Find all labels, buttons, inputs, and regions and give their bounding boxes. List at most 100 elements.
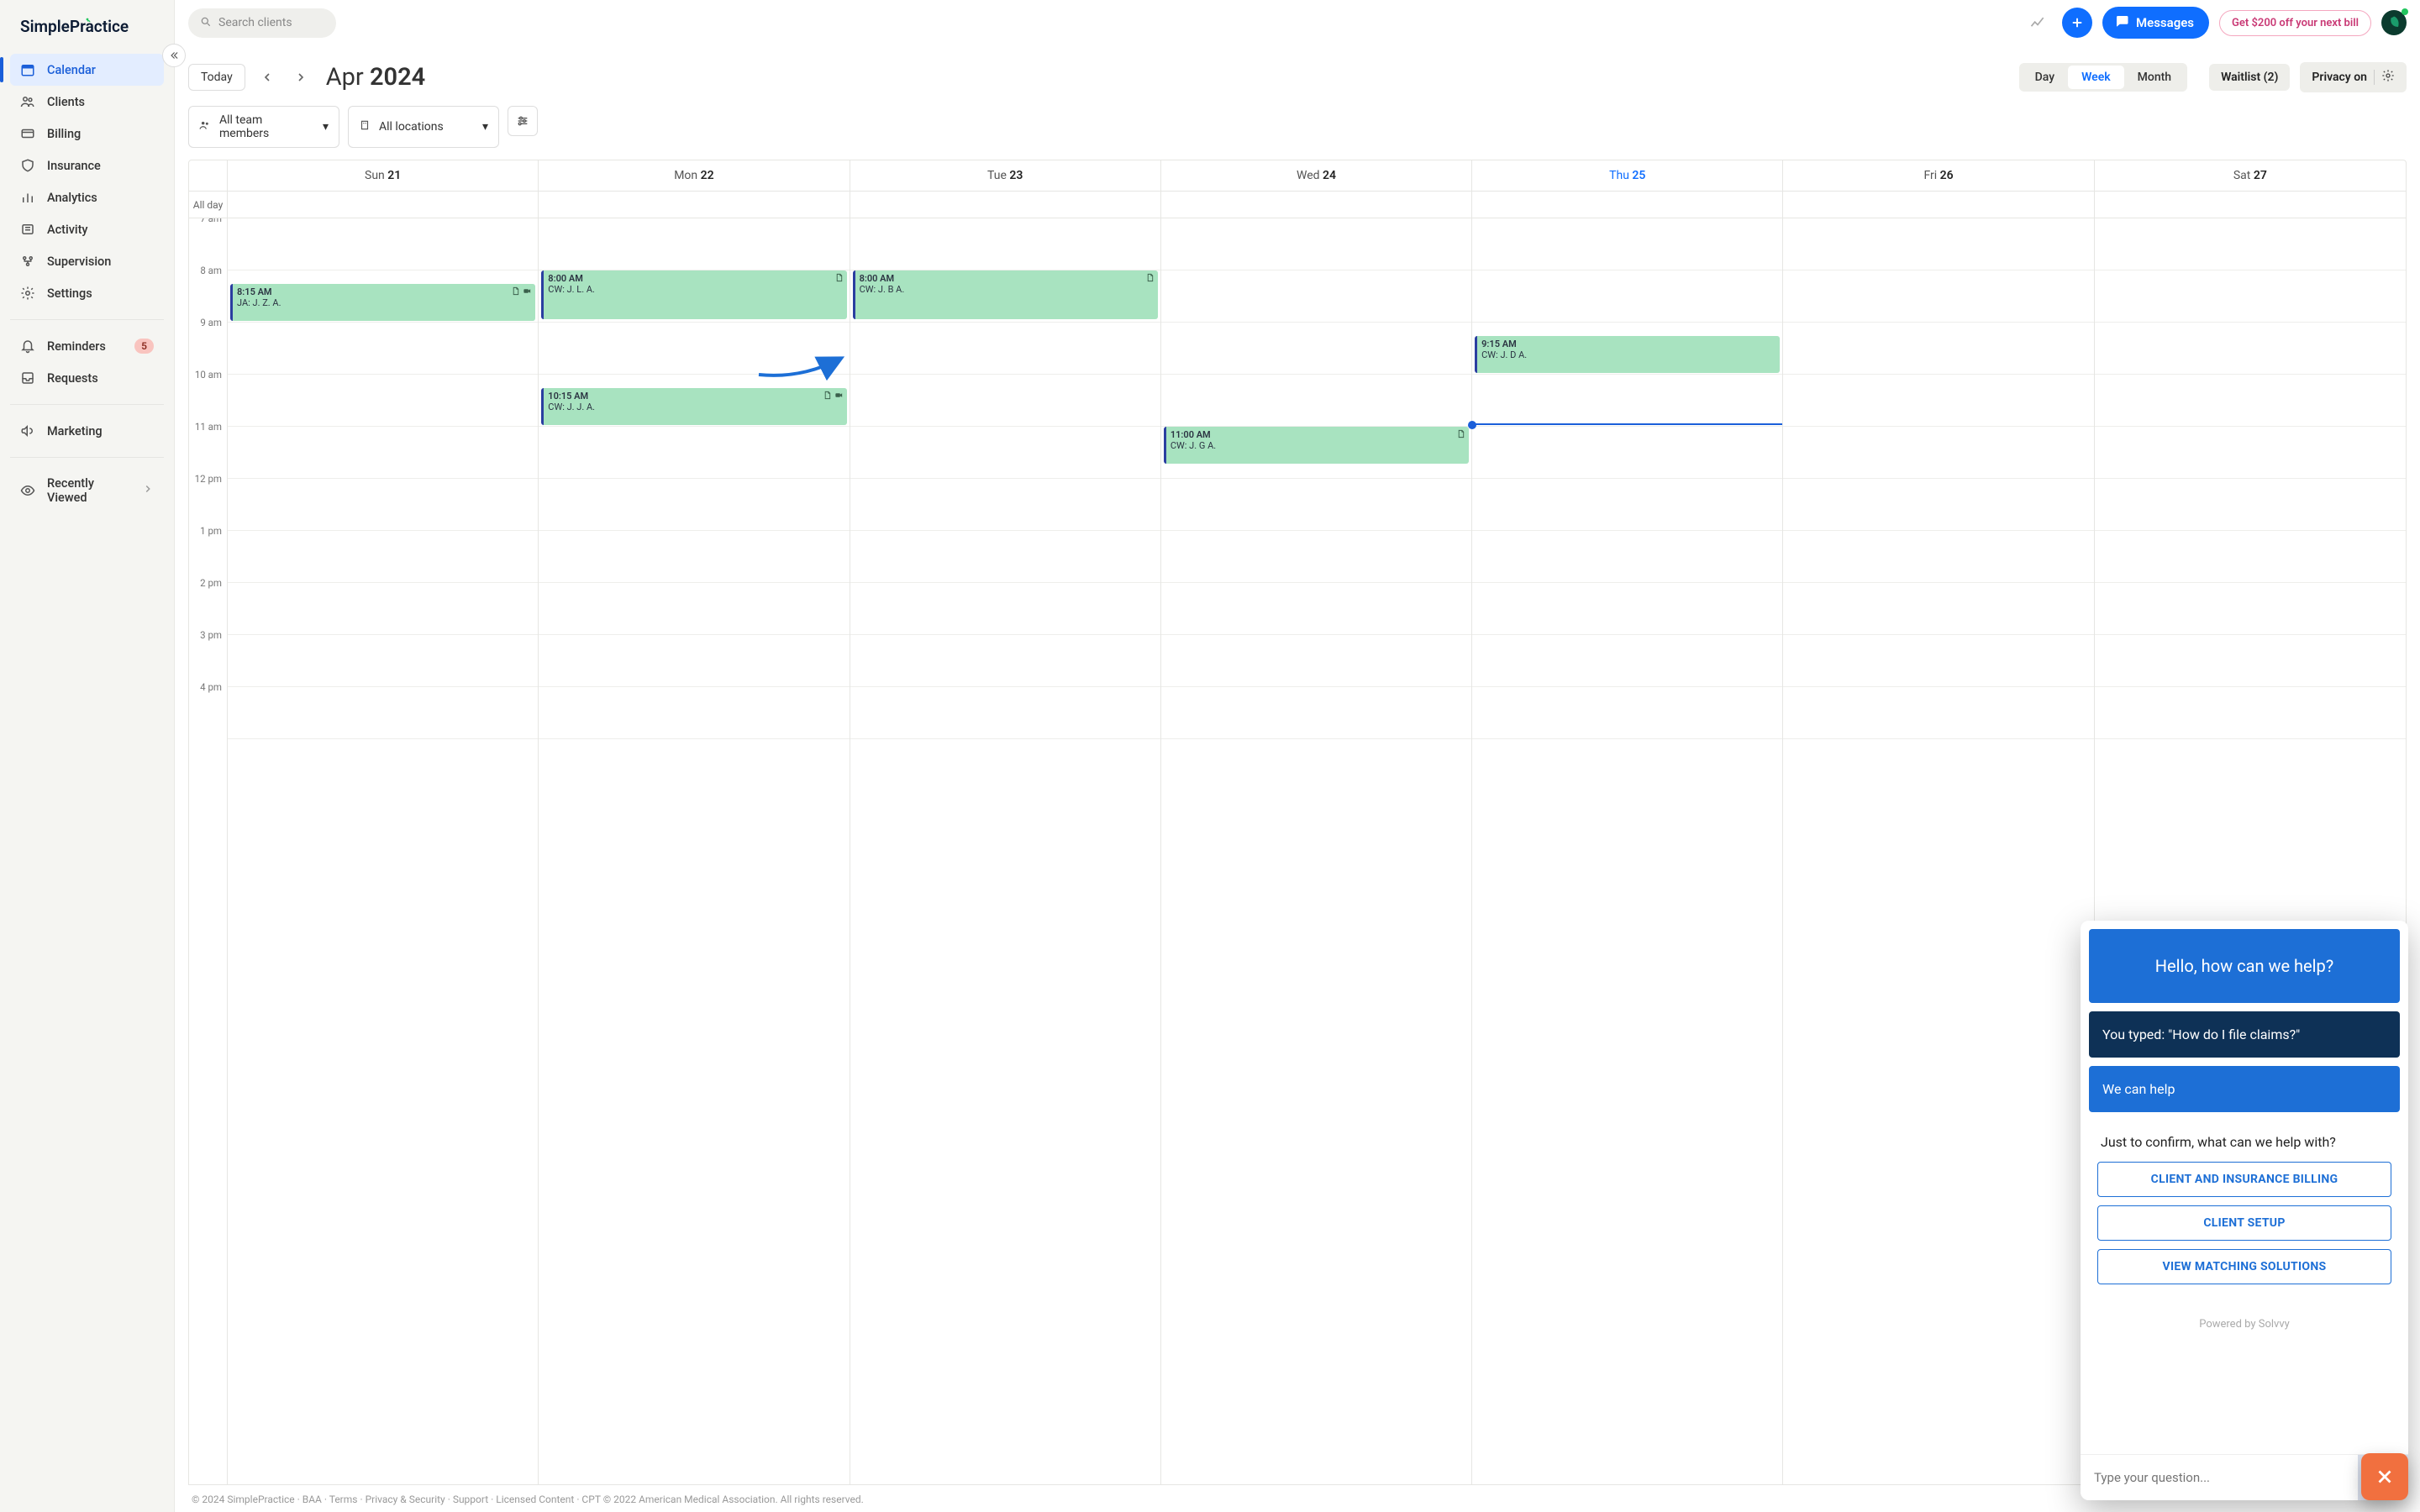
chat-option-client-setup[interactable]: CLIENT SETUP: [2097, 1205, 2391, 1241]
sidebar-item-activity[interactable]: Activity: [10, 213, 164, 245]
bell-icon: [20, 339, 35, 354]
next-week-button[interactable]: [289, 66, 313, 89]
inbox-icon: [20, 370, 35, 386]
footer-link[interactable]: Terms: [329, 1494, 358, 1505]
help-chat-widget: Hello, how can we help? You typed: "How …: [2081, 921, 2408, 1500]
sidebar-collapse-button[interactable]: [162, 44, 186, 67]
view-month[interactable]: Month: [2124, 66, 2185, 89]
allday-cell[interactable]: [1472, 192, 1783, 218]
prev-week-button[interactable]: [255, 66, 279, 89]
messages-button[interactable]: Messages: [2102, 7, 2209, 39]
supervision-icon: [20, 254, 35, 269]
privacy-toggle[interactable]: Privacy on: [2300, 62, 2407, 92]
avatar[interactable]: [2381, 10, 2407, 35]
allday-label: All day: [189, 192, 228, 218]
sidebar-item-requests[interactable]: Requests: [10, 362, 164, 394]
allday-cell[interactable]: [228, 192, 539, 218]
hour-label: 4 pm: [189, 681, 227, 733]
day-column[interactable]: 8:00 AMCW: J. B A.: [850, 218, 1161, 1484]
people-icon: [199, 119, 211, 134]
view-day[interactable]: Day: [2022, 66, 2068, 89]
sidebar-item-clients[interactable]: Clients: [10, 86, 164, 118]
sidebar-item-calendar[interactable]: Calendar: [10, 54, 164, 86]
chat-option-view-solutions[interactable]: VIEW MATCHING SOLUTIONS: [2097, 1249, 2391, 1284]
view-week[interactable]: Week: [2068, 66, 2124, 89]
calendar-event[interactable]: 8:15 AMJA: J. Z. A.: [230, 284, 535, 321]
sidebar-item-recently-viewed[interactable]: Recently Viewed: [10, 468, 164, 513]
footer: © 2024 SimplePractice · BAA · Terms · Pr…: [188, 1485, 2407, 1512]
sidebar-item-supervision[interactable]: Supervision: [10, 245, 164, 277]
divider: [10, 457, 164, 458]
sidebar-item-label: Billing: [47, 127, 81, 141]
team-filter[interactable]: All team members ▾: [188, 106, 339, 148]
footer-link[interactable]: Privacy & Security: [366, 1494, 445, 1505]
sidebar: SimplePractice Calendar Clients Billing: [0, 0, 175, 1512]
chevron-down-icon: ▾: [323, 120, 329, 134]
sidebar-item-analytics[interactable]: Analytics: [10, 181, 164, 213]
chat-close-button[interactable]: [2361, 1453, 2408, 1500]
divider: [10, 404, 164, 405]
month-title: Apr 2024: [326, 63, 426, 92]
footer-link[interactable]: Licensed Content: [496, 1494, 574, 1505]
day-header: Tue 23: [850, 160, 1161, 191]
allday-cell[interactable]: [1783, 192, 2094, 218]
search-input-wrap[interactable]: [188, 8, 336, 38]
calendar-icon: [20, 62, 35, 77]
calendar-header: Today Apr 2024 Day Week Month Waitlist (…: [188, 45, 2407, 101]
sidebar-item-settings[interactable]: Settings: [10, 277, 164, 309]
filter-row: All team members ▾ All locations ▾: [188, 101, 2407, 160]
day-column[interactable]: 8:15 AMJA: J. Z. A.: [228, 218, 539, 1484]
footer-link[interactable]: BAA: [302, 1494, 322, 1505]
day-header: Wed 24: [1161, 160, 1472, 191]
allday-cell[interactable]: [2095, 192, 2406, 218]
calendar-grid: Sun 21Mon 22Tue 23Wed 24Thu 25Fri 26Sat …: [188, 160, 2407, 1485]
promo-button[interactable]: Get $200 off your next bill: [2219, 10, 2371, 36]
allday-cell[interactable]: [850, 192, 1161, 218]
chevron-right-icon: [142, 483, 154, 498]
chat-confirm-question: Just to confirm, what can we help with?: [2097, 1134, 2391, 1150]
create-button[interactable]: [2062, 8, 2092, 38]
day-header: Thu 25: [1472, 160, 1783, 191]
day-column[interactable]: 8:00 AMCW: J. L. A. 10:15 AMCW: J. J. A.: [539, 218, 850, 1484]
search-input[interactable]: [218, 16, 319, 29]
chat-option-billing[interactable]: CLIENT AND INSURANCE BILLING: [2097, 1162, 2391, 1197]
sidebar-item-label: Recently Viewed: [47, 476, 130, 505]
allday-cell[interactable]: [1161, 192, 1472, 218]
sidebar-item-reminders[interactable]: Reminders 5: [10, 330, 164, 362]
allday-cell[interactable]: [539, 192, 850, 218]
calendar-event[interactable]: 8:00 AMCW: J. L. A.: [541, 270, 846, 319]
analytics-shortcut-button[interactable]: [2023, 8, 2052, 37]
filter-settings-button[interactable]: [508, 106, 538, 136]
chart-icon: [20, 190, 35, 205]
day-column[interactable]: 9:15 AMCW: J. D A.: [1472, 218, 1783, 1484]
waitlist-button[interactable]: Waitlist (2): [2209, 64, 2290, 91]
sidebar-item-label: Analytics: [47, 191, 97, 205]
calendar-event[interactable]: 9:15 AMCW: J. D A.: [1475, 336, 1780, 373]
sidebar-item-marketing[interactable]: Marketing: [10, 415, 164, 447]
sidebar-item-insurance[interactable]: Insurance: [10, 150, 164, 181]
calendar-event[interactable]: 8:00 AMCW: J. B A.: [853, 270, 1158, 319]
hour-label: 10 am: [189, 369, 227, 421]
sidebar-item-billing[interactable]: Billing: [10, 118, 164, 150]
list-icon: [20, 222, 35, 237]
gear-icon: [2381, 69, 2395, 86]
day-column[interactable]: [1783, 218, 2094, 1484]
footer-link[interactable]: Support: [453, 1494, 488, 1505]
search-icon: [200, 15, 212, 31]
sidebar-item-label: Reminders: [47, 339, 106, 354]
chat-hero: Hello, how can we help?: [2089, 929, 2400, 1003]
view-toggle: Day Week Month: [2019, 63, 2187, 92]
today-button[interactable]: Today: [188, 64, 245, 91]
day-column[interactable]: 11:00 AMCW: J. G A.: [1161, 218, 1472, 1484]
hour-label: 7 am: [189, 218, 227, 265]
chat-input[interactable]: [2081, 1455, 2358, 1500]
calendar-event[interactable]: 11:00 AMCW: J. G A.: [1164, 427, 1469, 464]
brand-logo: SimplePractice: [0, 0, 174, 50]
day-header: Sun 21: [228, 160, 539, 191]
calendar-event[interactable]: 10:15 AMCW: J. J. A.: [541, 388, 846, 425]
megaphone-icon: [20, 423, 35, 438]
now-indicator: [1472, 423, 1782, 425]
hour-label: 8 am: [189, 265, 227, 317]
location-filter[interactable]: All locations ▾: [348, 106, 499, 148]
day-header: Mon 22: [539, 160, 850, 191]
